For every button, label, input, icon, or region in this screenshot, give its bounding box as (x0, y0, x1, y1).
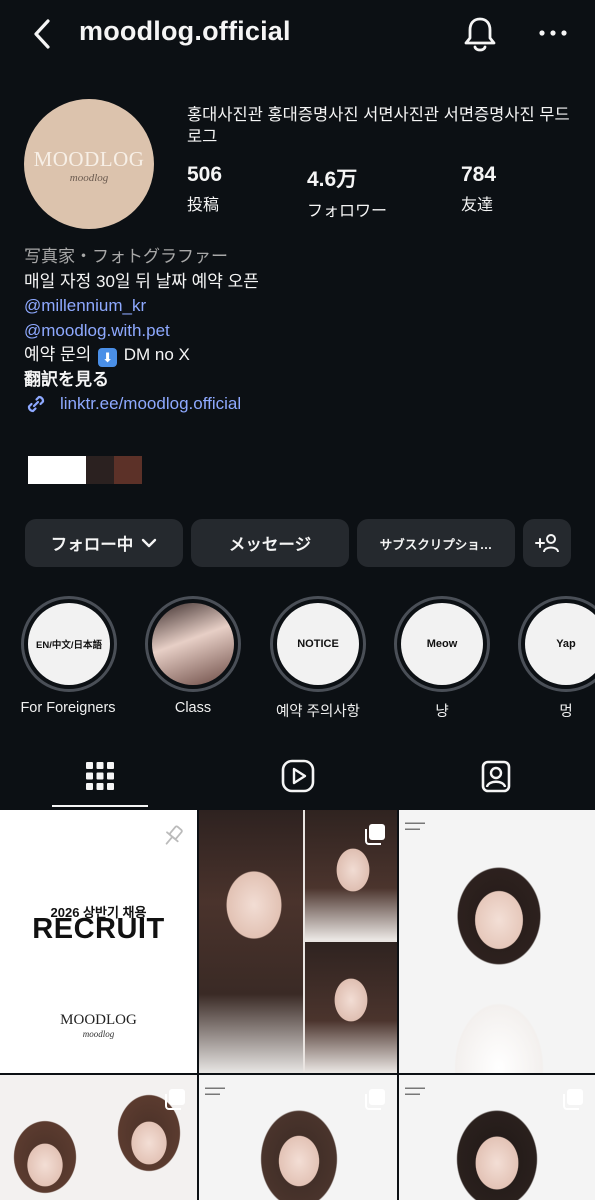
back-icon[interactable] (28, 16, 58, 52)
post-photo-image (199, 810, 303, 1073)
stat-friends-count: 784 (461, 163, 497, 186)
post-photo-image (439, 1091, 555, 1200)
post-tiny-text: ▬▬▬▬ ▬▬▬ (405, 1085, 425, 1097)
bio-dm-prefix: 예약 문의 (24, 345, 92, 364)
bio-dm-suffix: DM no X (123, 345, 190, 364)
translate-button[interactable]: 翻訳を見る (24, 368, 574, 393)
active-tab-indicator (52, 805, 148, 807)
following-button[interactable]: フォロー中 (25, 519, 183, 567)
swatch-white (28, 456, 86, 484)
highlight-ring (145, 596, 241, 692)
chain-link-icon (27, 396, 45, 413)
message-button[interactable]: メッセージ (191, 519, 349, 567)
more-icon[interactable] (536, 20, 570, 46)
color-swatches (28, 456, 142, 484)
following-label: フォロー中 (50, 536, 134, 554)
message-label: メッセージ (228, 536, 312, 554)
highlight-label: Class (174, 700, 212, 716)
carousel-icon (563, 1089, 583, 1110)
highlight-cover: NOTICE (277, 603, 359, 685)
profile-avatar[interactable]: MOODLOG moodlog (24, 99, 154, 229)
stat-friends[interactable]: 784 友達 (461, 163, 496, 215)
add-person-icon (535, 534, 559, 553)
profile-username: moodlog.official (79, 16, 291, 46)
external-link[interactable]: linktr.ee/moodlog.official (24, 392, 574, 417)
suggest-people-button[interactable] (523, 519, 571, 567)
bio-line: 매일 자정 30일 뒤 날짜 예약 오픈 (24, 271, 259, 291)
post-photo[interactable]: ▬▬▬▬ ▬▬▬ (399, 1075, 595, 1200)
post-photo-image (244, 1089, 354, 1200)
post-tiny-text: ▬▬▬▬ ▬▬▬ (205, 1085, 225, 1097)
stat-followers-count: 4.6万 (307, 168, 358, 191)
chevron-down-icon (142, 538, 157, 548)
highlight-cover: Yap (525, 603, 595, 685)
stat-posts[interactable]: 506 投稿 (187, 163, 222, 215)
profile-full-name: 홍대사진관 홍대증명사진 서면사진관 서면증명사진 무드로그 (187, 106, 570, 146)
highlight-item[interactable]: Yap 멍 (516, 596, 595, 721)
post-photo-image (439, 838, 559, 1073)
highlight-item[interactable]: NOTICE 예약 주의사항 (268, 596, 368, 721)
bio-dm-line: 예약 문의 ⬇ DM no X (24, 343, 574, 368)
highlight-label: For Foreigners (20, 700, 116, 716)
post-photo-image (0, 1095, 95, 1200)
highlight-label: 냥 (435, 704, 449, 720)
highlight-ring: Meow (394, 596, 490, 692)
grid-icon[interactable] (80, 756, 120, 796)
avatar-brand-text: MOODLOG (33, 147, 145, 171)
post-tiny-text: ▬▬▬▬ ▬▬▬ (405, 820, 425, 832)
post-photo[interactable]: ▬▬▬▬ ▬▬▬ (199, 1075, 397, 1200)
stat-friends-label: 友達 (461, 197, 494, 214)
external-link-text: linktr.ee/moodlog.official (60, 394, 242, 414)
recruit-brand: MOODLOG (60, 1012, 137, 1028)
stat-followers-label: フォロワー (307, 203, 388, 220)
recruit-title: RECRUIT (32, 913, 165, 945)
down-arrow-icon: ⬇ (98, 348, 118, 367)
profile-bio: 写真家・フォトグラファー 매일 자정 30일 뒤 날짜 예약 오픈 @mille… (24, 245, 574, 417)
tagged-icon[interactable] (476, 756, 516, 796)
highlight-ring: EN/中文/日本語 (21, 596, 117, 692)
highlight-label: 멍 (559, 704, 573, 720)
recruit-script: moodlog (82, 1029, 115, 1039)
highlight-cover: Meow (401, 603, 483, 685)
highlight-ring: Yap (518, 596, 595, 692)
profile-category: 写真家・フォトグラファー (24, 247, 228, 266)
post-photo[interactable] (0, 1075, 197, 1200)
swatch-brown (114, 456, 142, 484)
highlight-item[interactable]: Class (143, 596, 243, 716)
post-photo-image (305, 942, 397, 1073)
reels-icon[interactable] (278, 756, 318, 796)
post-photo[interactable] (199, 810, 397, 1073)
highlight-cover: EN/中文/日本語 (28, 603, 110, 685)
bell-icon[interactable] (462, 14, 498, 54)
swatch-dark-brown (86, 456, 114, 484)
mention-link[interactable]: @millennium_kr (24, 294, 574, 319)
post-recruit[interactable]: 2026 상반기 채용 RECRUIT MOODLOG moodlog (0, 810, 197, 1073)
highlight-item[interactable]: Meow 냥 (392, 596, 492, 721)
highlight-label: 예약 주의사항 (275, 704, 361, 720)
highlight-cover-photo (152, 603, 234, 685)
post-photo[interactable]: ▬▬▬▬ ▬▬▬ (399, 810, 595, 1073)
stat-followers[interactable]: 4.6万 フォロワー (307, 163, 387, 221)
carousel-icon (365, 1089, 385, 1110)
highlight-item[interactable]: EN/中文/日本語 For Foreigners (19, 596, 119, 716)
stat-posts-count: 506 (187, 163, 223, 186)
stat-posts-label: 投稿 (187, 197, 220, 214)
carousel-icon (165, 1089, 185, 1110)
highlight-ring: NOTICE (270, 596, 366, 692)
top-bar: moodlog.official (0, 0, 595, 70)
pin-icon (165, 825, 183, 845)
avatar-script-text: moodlog (69, 172, 109, 184)
carousel-icon (365, 824, 385, 845)
mention-link[interactable]: @moodlog.with.pet (24, 319, 574, 344)
subscription-label: サブスクリプショ… (379, 537, 493, 552)
subscription-button[interactable]: サブスクリプショ… (357, 519, 515, 567)
